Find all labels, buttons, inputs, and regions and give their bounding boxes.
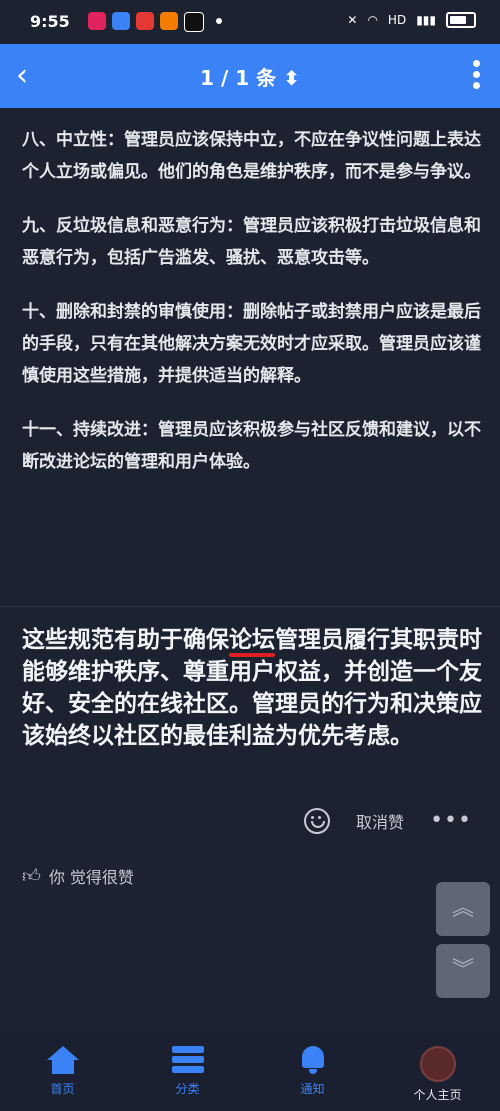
scroll-to-bottom-button[interactable]: ︾: [436, 944, 490, 998]
more-notifications-icon: [216, 18, 222, 24]
summary-paragraph: 这些规范有助于确保论坛管理员履行其职责时能够维护秩序、尊重用户权益，并创造一个友…: [22, 624, 482, 752]
notification-icons: [88, 12, 222, 32]
bell-icon: [297, 1046, 329, 1074]
nav-label: 分类: [175, 1082, 200, 1096]
rule-paragraph: 十、删除和封禁的审慎使用：删除帖子或封禁用户应该是最后的手段，只有在其他解决方案…: [22, 302, 481, 386]
rule-paragraph: 九、反垃圾信息和恶意行为：管理员应该积极打击垃圾信息和恶意行为，包括广告滥发、骚…: [22, 216, 481, 268]
battery-icon: [446, 12, 476, 28]
scroll-to-top-button[interactable]: ︽: [436, 882, 490, 936]
status-time: 9:55: [30, 12, 70, 31]
rule-paragraph: 十一、持续改进：管理员应该积极参与社区反馈和建议，以不断改进论坛的管理和用户体验…: [22, 420, 481, 472]
nav-categories[interactable]: 分类: [125, 1032, 250, 1111]
divider: [0, 606, 500, 607]
mute-icon: ✕: [347, 13, 358, 27]
app-notification-icon: [112, 12, 130, 30]
summary-text: 这些规范有助于确保: [22, 627, 229, 653]
app-notification-icon: [136, 12, 154, 30]
liked-status: 👍︎ 你 觉得很赞: [22, 864, 134, 888]
post-actions: 取消赞 •••: [304, 808, 472, 834]
app-notification-icon: [88, 12, 106, 30]
more-options-button[interactable]: •••: [430, 810, 472, 832]
rule-paragraph: 八、中立性：管理员应该保持中立，不应在争议性问题上表达个人立场或偏见。他们的角色…: [22, 130, 481, 182]
hd-icon: HD: [387, 13, 407, 27]
add-reaction-icon[interactable]: [304, 808, 331, 834]
list-icon: [171, 1046, 204, 1074]
nav-home[interactable]: 首页: [0, 1032, 125, 1111]
nav-label: 个人主页: [413, 1088, 462, 1102]
system-icons: ✕ ◠ HD ▮▮▮: [347, 12, 476, 28]
nav-notifications[interactable]: 通知: [250, 1032, 375, 1111]
home-icon: [46, 1046, 79, 1074]
avatar: [419, 1046, 456, 1082]
bottom-navigation: 首页 分类 通知 个人主页: [0, 1032, 500, 1111]
unlike-button[interactable]: 取消赞: [356, 809, 404, 833]
liked-text: 你 觉得很赞: [48, 868, 134, 887]
post-pager-title[interactable]: 1 / 1 条 ⬍: [0, 62, 500, 91]
top-app-bar: ‹ 1 / 1 条 ⬍: [0, 44, 500, 108]
more-vert-icon[interactable]: [470, 60, 482, 96]
post-body: 八、中立性：管理员应该保持中立，不应在争议性问题上表达个人立场或偏见。他们的角色…: [22, 118, 482, 500]
app-notification-icon: [184, 12, 204, 32]
nav-label: 首页: [50, 1082, 75, 1096]
status-bar: 9:55 ✕ ◠ HD ▮▮▮: [0, 0, 500, 44]
highlighted-word: 论坛: [229, 627, 275, 653]
app-notification-icon: [160, 12, 178, 30]
nav-profile[interactable]: 个人主页: [375, 1032, 500, 1111]
wifi-icon: ◠: [367, 13, 378, 27]
thumbs-up-icon: 👍︎: [22, 866, 41, 887]
signal-icon: ▮▮▮: [416, 13, 436, 27]
nav-label: 通知: [300, 1082, 325, 1096]
